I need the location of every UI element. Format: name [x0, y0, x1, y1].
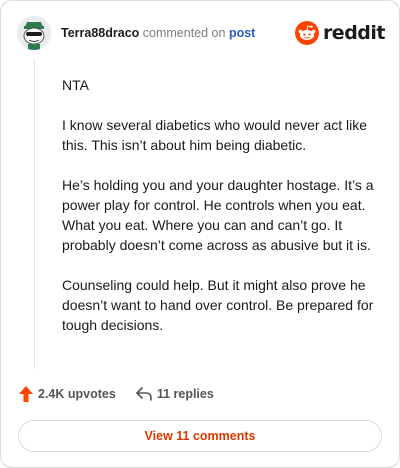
upvote-arrow-icon: [19, 386, 33, 402]
comment-paragraph: Counseling could help. But it might also…: [62, 277, 374, 333]
reply-arrow-icon: [136, 387, 152, 401]
replies-button[interactable]: 11 replies: [136, 387, 214, 401]
username[interactable]: Terra88draco: [61, 26, 139, 40]
reply-count: 11 replies: [156, 387, 214, 401]
reddit-logo-icon: [294, 21, 319, 45]
comment-card: Terra88draco commented on post reddit NT…: [0, 0, 400, 468]
thread-line: [34, 59, 35, 369]
comment-body: NTA I know several diabetics who would n…: [62, 75, 378, 355]
comment-paragraph: I know several diabetics who would never…: [62, 117, 368, 153]
comment-header: Terra88draco commented on post reddit: [17, 13, 386, 53]
comment-paragraph: NTA: [62, 77, 89, 93]
view-comments-button[interactable]: View 11 comments: [18, 420, 382, 452]
snoo-avatar-icon: [17, 16, 51, 50]
brand-wordmark: reddit: [322, 22, 386, 44]
post-link[interactable]: post: [229, 26, 255, 40]
reddit-brand[interactable]: reddit: [294, 21, 386, 45]
action-text: commented on: [142, 26, 226, 40]
comment-meta: Terra88draco commented on post: [61, 26, 295, 40]
comment-paragraph: He’s holding you and your daughter hosta…: [62, 177, 374, 253]
upvote-button[interactable]: 2.4K upvotes: [19, 386, 116, 402]
upvote-count: 2.4K upvotes: [38, 387, 116, 401]
avatar[interactable]: [17, 16, 51, 50]
comment-actions: 2.4K upvotes 11 replies: [19, 386, 214, 402]
